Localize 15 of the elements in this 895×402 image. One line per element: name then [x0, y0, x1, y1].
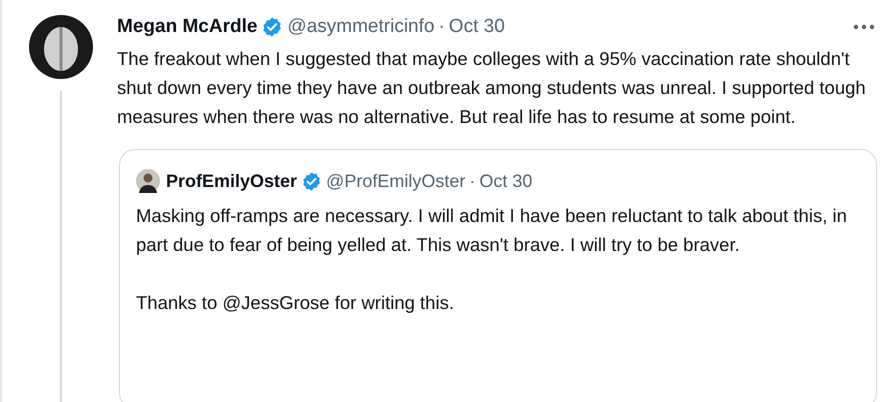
quoted-tweet-text: Thanks to @JessGrose for writing this. [136, 290, 455, 315]
avatar-icon[interactable] [28, 15, 92, 79]
author-name[interactable]: ProfEmilyOster [166, 168, 298, 194]
avatar-icon [136, 169, 160, 193]
quoted-tweet-text: Masking off-ramps are necessary. I will admit I have been reluctant to talk about this, in part due to fear of being yelled at. This wasn't brave. I will try to be braver. [136, 204, 848, 257]
quoted-tweet-card[interactable] [119, 148, 877, 402]
more-icon[interactable] [853, 24, 875, 30]
tweet-date[interactable]: Oct 30 [479, 168, 532, 194]
tweet-text: The freakout when I suggested that maybe colleges with a 95% vaccination rate shouldn't shut down every time they have an outbreak among students was unreal. I supported tough measures when there was no alternative. But real life has to resume at some point. [117, 46, 867, 129]
author-name[interactable]: Megan McArdle [117, 13, 258, 42]
tweet-date[interactable]: Oct 30 [448, 13, 505, 42]
author-handle[interactable]: @ProfEmilyOster [326, 168, 466, 194]
separator-dot: · [438, 15, 445, 39]
separator-dot: · [469, 170, 476, 192]
author-handle[interactable]: @asymmetricinfo [287, 13, 434, 42]
